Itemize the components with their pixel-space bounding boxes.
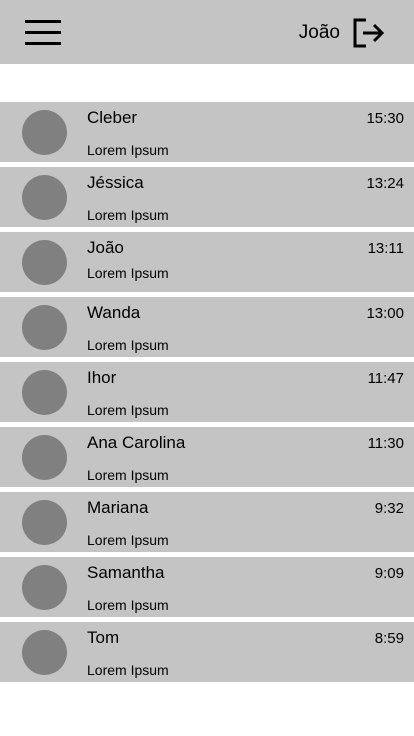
last-message: Lorem Ipsum (87, 532, 169, 548)
last-message: Lorem Ipsum (87, 402, 169, 418)
menu-button[interactable] (25, 20, 61, 46)
avatar (22, 500, 67, 545)
chat-list-item[interactable]: Wanda Lorem Ipsum 13:00 (0, 297, 414, 357)
last-message: Lorem Ipsum (87, 662, 169, 678)
contact-name: Tom (87, 628, 120, 647)
contact-name: Wanda (87, 303, 141, 322)
avatar (22, 110, 67, 155)
chat-list-item[interactable]: Jéssica Lorem Ipsum 13:24 (0, 167, 414, 227)
avatar (22, 240, 67, 285)
contact-name: Ana Carolina (87, 433, 186, 452)
chat-list-item[interactable]: Ihor Lorem Ipsum 11:47 (0, 362, 414, 422)
message-time: 13:24 (366, 175, 404, 192)
avatar (22, 435, 67, 480)
avatar (22, 565, 67, 610)
message-time: 13:00 (366, 305, 404, 322)
contact-name: Samantha (87, 563, 165, 582)
message-time: 13:11 (367, 240, 404, 257)
contact-name: Cleber (87, 108, 138, 127)
last-message: Lorem Ipsum (87, 467, 169, 483)
chat-list-item[interactable]: Cleber Lorem Ipsum 15:30 (0, 102, 414, 162)
last-message: Lorem Ipsum (87, 207, 169, 223)
message-time: 9:32 (374, 500, 404, 517)
avatar (22, 305, 67, 350)
contact-name: João (87, 238, 124, 257)
message-time: 11:47 (367, 370, 404, 387)
chat-list: Cleber Lorem Ipsum 15:30 Jéssica Lorem I… (0, 102, 414, 687)
message-time: 9:09 (374, 565, 404, 582)
avatar (22, 630, 67, 675)
last-message: Lorem Ipsum (87, 265, 169, 281)
chat-list-item[interactable]: Ana Carolina Lorem Ipsum 11:30 (0, 427, 414, 487)
last-message: Lorem Ipsum (87, 597, 169, 613)
contact-name: Ihor (87, 368, 117, 387)
top-bar: João (0, 0, 414, 64)
message-time: 15:30 (366, 110, 404, 127)
chat-list-item[interactable]: Tom Lorem Ipsum 8:59 (0, 622, 414, 682)
avatar (22, 370, 67, 415)
logout-button[interactable] (352, 17, 386, 49)
contact-name: Mariana (87, 498, 149, 517)
chat-list-item[interactable]: João Lorem Ipsum 13:11 (0, 232, 414, 292)
logout-icon (353, 18, 385, 48)
avatar (22, 175, 67, 220)
message-time: 8:59 (374, 630, 404, 647)
last-message: Lorem Ipsum (87, 142, 169, 158)
chat-list-item[interactable]: Mariana Lorem Ipsum 9:32 (0, 492, 414, 552)
contact-name: Jéssica (87, 173, 144, 192)
last-message: Lorem Ipsum (87, 337, 169, 353)
message-time: 11:30 (367, 435, 404, 452)
current-user-name: João (298, 22, 340, 43)
chat-list-item[interactable]: Samantha Lorem Ipsum 9:09 (0, 557, 414, 617)
